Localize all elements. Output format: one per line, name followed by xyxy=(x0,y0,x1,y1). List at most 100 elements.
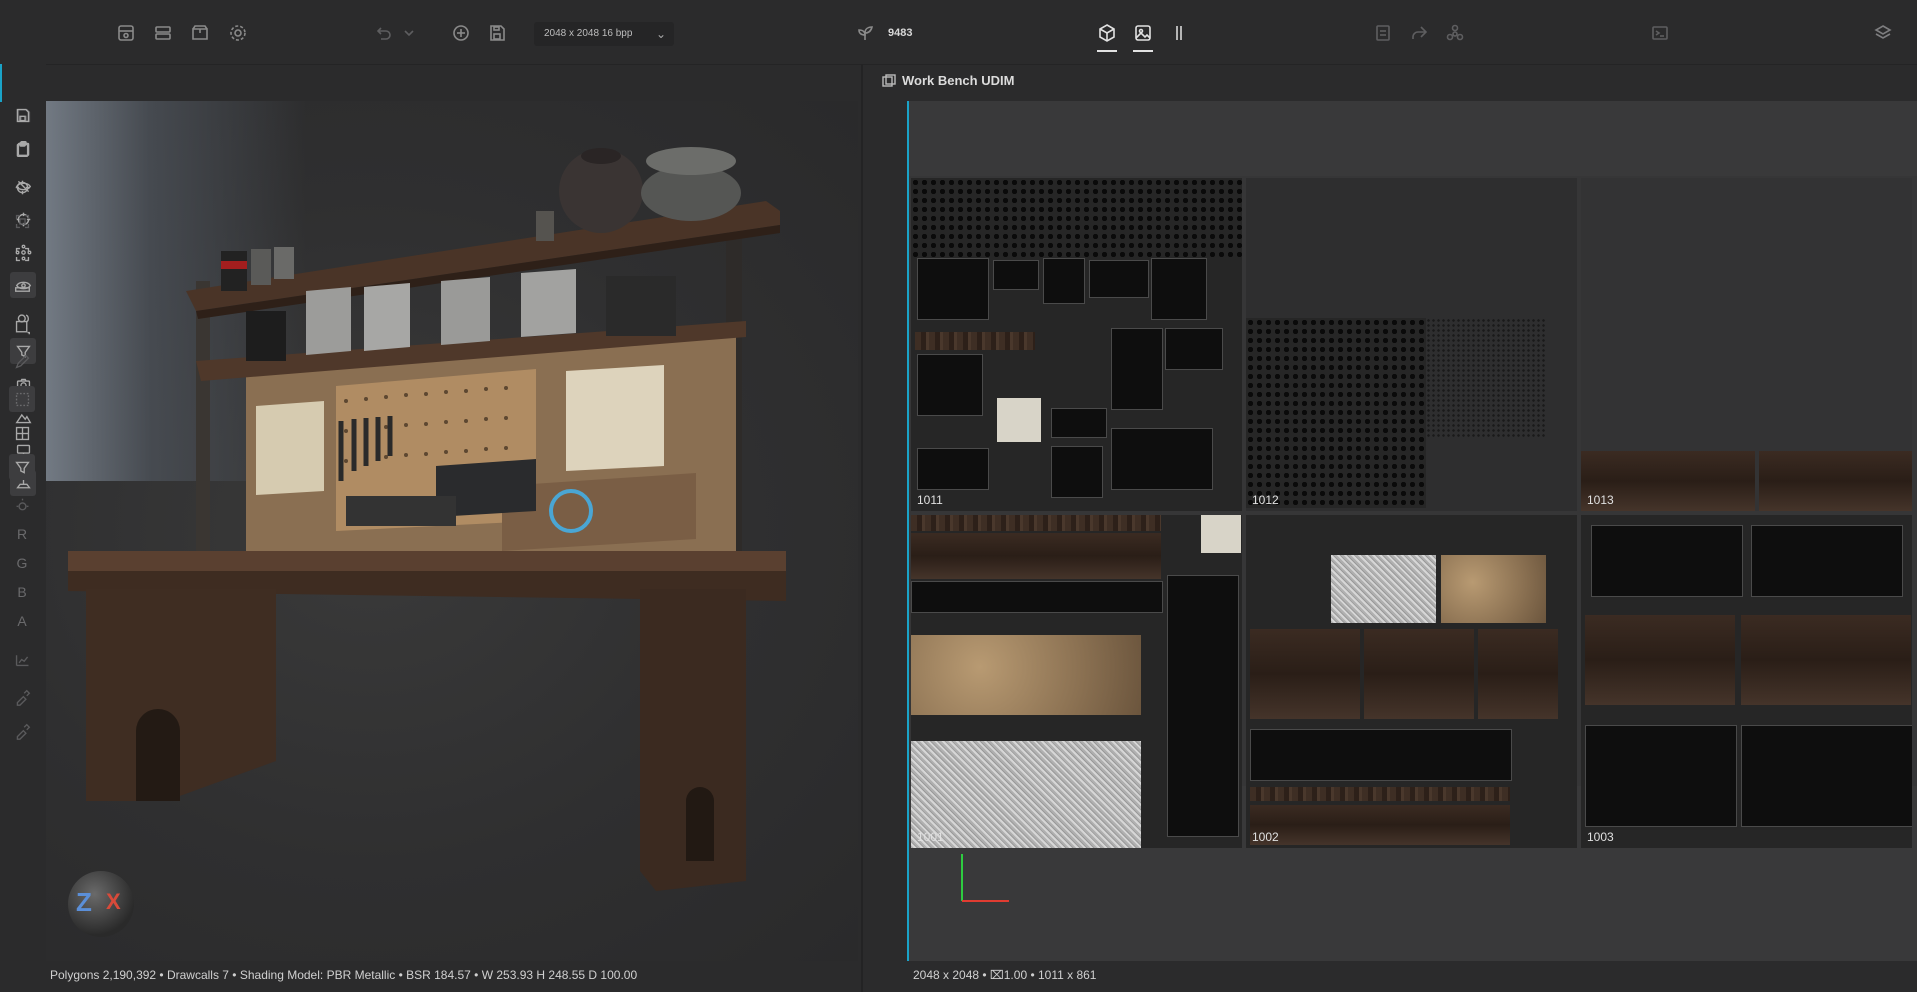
light-icon[interactable] xyxy=(9,492,35,518)
image-icon[interactable] xyxy=(1130,20,1156,52)
gear-icon[interactable] xyxy=(225,20,251,46)
eyedropper-icon[interactable] xyxy=(9,684,35,710)
uv-island xyxy=(917,258,989,320)
uv-island xyxy=(1591,525,1743,597)
uv-island xyxy=(1051,408,1107,438)
udim-tile-number: 1003 xyxy=(1587,830,1614,844)
top-toolbar: 2048 x 2048 16 bpp ⌄ 9483 xyxy=(0,0,1917,65)
udim-tile-1001[interactable]: 1001 xyxy=(911,515,1242,848)
seed-icon[interactable] xyxy=(852,20,878,46)
target-icon[interactable] xyxy=(9,174,35,200)
workbench-model xyxy=(68,147,786,891)
uv-island xyxy=(1741,725,1912,827)
uv-island xyxy=(1585,725,1737,827)
3d-viewport[interactable]: Z X xyxy=(46,101,858,961)
uv-island-wood xyxy=(1250,629,1360,719)
uv-island-wood xyxy=(911,533,1161,579)
uv-island-cork xyxy=(911,635,1141,715)
udim-tile-number: 1012 xyxy=(1252,493,1279,507)
uv-island-concrete xyxy=(911,741,1141,848)
ruler-icon[interactable] xyxy=(9,276,35,302)
uv-island xyxy=(1043,258,1085,304)
fit-view-icon[interactable] xyxy=(9,241,35,267)
viewport-status-bar: Polygons 2,190,392 • Drawcalls 7 • Shadi… xyxy=(50,961,860,992)
filter-icon[interactable] xyxy=(9,454,35,480)
cube-icon[interactable] xyxy=(1094,20,1120,52)
uv-island-wood xyxy=(1478,629,1558,719)
udim-tile-1011[interactable]: 1011 xyxy=(911,178,1242,511)
udim-tile-1012[interactable]: 1012 xyxy=(1246,178,1577,511)
uv-island xyxy=(1167,575,1239,837)
save-icon[interactable] xyxy=(9,102,35,128)
chevron-down-icon: ⌄ xyxy=(655,27,666,41)
share-icon[interactable] xyxy=(1406,20,1432,46)
undo-icon[interactable] xyxy=(370,20,396,46)
pen-icon[interactable] xyxy=(9,348,35,374)
split-icon[interactable] xyxy=(1166,20,1192,46)
seed-value[interactable]: 9483 xyxy=(888,27,912,39)
chevron-down-icon[interactable] xyxy=(396,20,422,46)
grid-icon[interactable] xyxy=(113,20,139,46)
uv-island xyxy=(1111,428,1213,490)
active-panel-indicator xyxy=(0,64,2,102)
print-icon[interactable] xyxy=(1370,20,1396,46)
channel-b[interactable]: B xyxy=(9,579,35,605)
uv-island-wood xyxy=(915,332,1035,350)
uv-panel-title-text: Work Bench UDIM xyxy=(902,73,1015,88)
uv-island-wood xyxy=(1741,615,1911,705)
uv-island xyxy=(1250,729,1512,781)
uv-status-bar: 2048 x 2048 • ⌧1.00 • 1011 x 861 xyxy=(913,961,1913,992)
uv-island xyxy=(1165,328,1223,370)
uv-island-paper xyxy=(1201,515,1241,553)
package-icon[interactable] xyxy=(187,20,213,46)
network-icon[interactable] xyxy=(1442,20,1468,46)
eyedropper-plus-icon[interactable] xyxy=(9,718,35,744)
zbrush-logo: Z X xyxy=(68,871,134,937)
uv-island xyxy=(1089,260,1149,298)
grid-icon[interactable] xyxy=(9,420,35,446)
uv-islands xyxy=(911,178,1242,258)
uv-axis-gizmo xyxy=(961,854,1009,902)
layers-icon[interactable] xyxy=(1870,20,1896,46)
uv-island xyxy=(1751,525,1903,597)
uv-island xyxy=(1051,446,1103,498)
uv-island xyxy=(993,260,1039,290)
uv-origin-line xyxy=(907,101,909,961)
histogram-icon[interactable] xyxy=(9,646,35,672)
layout-icon[interactable] xyxy=(150,20,176,46)
uv-island xyxy=(1151,258,1207,320)
uv-island-concrete xyxy=(1331,555,1436,623)
udim-icon xyxy=(882,73,896,87)
uv-viewport[interactable]: 1011 1012 1013 1001 1002 1003 xyxy=(907,101,1917,961)
uv-island-wood xyxy=(911,515,1161,531)
uv-island xyxy=(1111,328,1163,410)
udim-tile-number: 1013 xyxy=(1587,493,1614,507)
save-icon[interactable] xyxy=(484,20,510,46)
resolution-select[interactable]: 2048 x 2048 16 bpp ⌄ xyxy=(534,22,674,46)
udim-tile-1002[interactable]: 1002 xyxy=(1246,515,1577,848)
udim-tile-number: 1002 xyxy=(1252,830,1279,844)
clipboard-icon[interactable] xyxy=(9,136,35,162)
uv-island-wood xyxy=(1250,805,1510,845)
uv-islands xyxy=(1246,318,1426,508)
fit-selection-icon[interactable] xyxy=(9,208,35,234)
add-circle-icon[interactable] xyxy=(448,20,474,46)
terminal-icon[interactable] xyxy=(1647,20,1673,46)
channel-r[interactable]: R xyxy=(9,521,35,547)
udim-tile-number: 1011 xyxy=(917,493,943,507)
uv-island xyxy=(917,448,989,490)
rect-select-icon[interactable] xyxy=(9,314,35,340)
uv-island-wood xyxy=(1585,615,1735,705)
uv-island-cork xyxy=(1441,555,1546,623)
uv-island xyxy=(911,581,1163,613)
udim-tile-number: 1001 xyxy=(917,830,944,844)
udim-tile-1003[interactable]: 1003 xyxy=(1581,515,1912,848)
udim-tile-1013[interactable]: 1013 xyxy=(1581,178,1912,511)
channel-g[interactable]: G xyxy=(9,550,35,576)
uv-panel-title: Work Bench UDIM xyxy=(882,73,1014,88)
uv-islands-scatter xyxy=(1426,318,1546,438)
checker-icon[interactable] xyxy=(9,386,35,412)
uv-island xyxy=(917,354,983,416)
uv-island-wood xyxy=(1364,629,1474,719)
channel-a[interactable]: A xyxy=(9,608,35,634)
